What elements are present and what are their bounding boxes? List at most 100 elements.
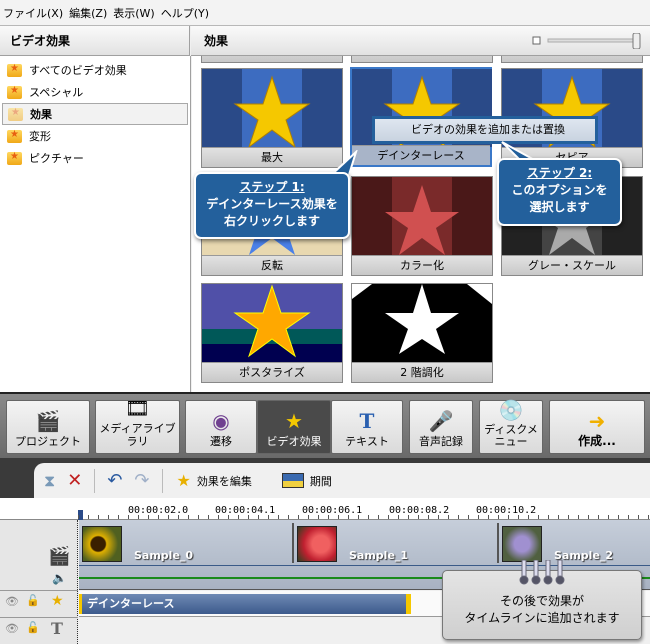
timeline-toolbar: ⧗ ✕ ↶ ↷ ★ 効果を編集 期間 bbox=[34, 463, 650, 498]
redo-button[interactable]: ↷ bbox=[134, 470, 149, 491]
tip-rings bbox=[519, 560, 565, 585]
callout-text: このオプションを bbox=[511, 183, 608, 197]
clapperboard-icon: 🎬 bbox=[35, 409, 61, 433]
lock-icon[interactable]: 🔓 bbox=[26, 594, 40, 607]
step2-callout: ステップ 2: このオプションを 選択します bbox=[497, 158, 622, 226]
callout-text: デインターレース効果を bbox=[206, 197, 338, 211]
clip-thumbnail bbox=[82, 526, 122, 562]
category-picture[interactable]: ピクチャー bbox=[2, 147, 188, 169]
callout-text: 選択します bbox=[529, 200, 590, 214]
category-label: すべてのビデオ効果 bbox=[29, 64, 127, 77]
text-t-icon: T bbox=[359, 409, 375, 433]
transition-icon: ◉ bbox=[212, 409, 230, 433]
folder-icon bbox=[7, 151, 22, 165]
folder-icon bbox=[7, 63, 22, 77]
folder-icon bbox=[8, 107, 23, 121]
ruler-label: 00:00:02.0 bbox=[128, 505, 189, 516]
transition-button[interactable]: ◉ 遷移 bbox=[185, 400, 257, 454]
project-button[interactable]: 🎬 プロジェクト bbox=[6, 400, 90, 454]
step1-callout: ステップ 1: デインターレース効果を 右クリックします bbox=[194, 172, 350, 239]
text-button[interactable]: T テキスト bbox=[331, 400, 403, 454]
timeline-ruler[interactable]: 00:00:02.0 00:00:04.1 00:00:06.1 00:00:0… bbox=[0, 498, 650, 520]
create-arrow-icon: ➜ bbox=[588, 409, 606, 433]
disc-icon: 💿 bbox=[498, 398, 524, 422]
folder-icon bbox=[7, 129, 22, 143]
ruler-label: 00:00:06.1 bbox=[302, 505, 363, 516]
effect-tile-posterize[interactable]: ポスタライズ bbox=[201, 283, 343, 383]
menu-view[interactable]: 表示(W) bbox=[113, 5, 154, 21]
clip-thumbnail bbox=[502, 526, 542, 562]
callout-text: 右クリックします bbox=[223, 214, 320, 228]
duration-button[interactable]: 期間 bbox=[281, 473, 332, 489]
effect-tile-partial[interactable] bbox=[201, 56, 343, 63]
track-headers: 🎬 🔈 👁 🔓 ★ 👁 🔓 T bbox=[0, 520, 78, 644]
category-special[interactable]: スペシャル bbox=[2, 81, 188, 103]
category-effects[interactable]: 効果 bbox=[2, 103, 188, 125]
ruler-label: 00:00:10.2 bbox=[476, 505, 537, 516]
effect-tile-colorize[interactable]: カラー化 bbox=[351, 176, 493, 276]
split-button[interactable]: ⧗ bbox=[44, 471, 55, 491]
effect-track-icon: ★ bbox=[51, 593, 64, 609]
menu-file[interactable]: ファイル(X) bbox=[3, 5, 63, 21]
callout-title: ステップ 1: bbox=[239, 180, 305, 194]
left-panel-title: ビデオ効果 bbox=[0, 26, 190, 56]
lock-icon[interactable]: 🔓 bbox=[26, 621, 40, 634]
disc-menu-button[interactable]: 💿 ディスクメニュー bbox=[479, 398, 543, 454]
folder-icon bbox=[7, 85, 22, 99]
callout-title: ステップ 2: bbox=[526, 166, 593, 180]
ruler-label: 00:00:08.2 bbox=[389, 505, 450, 516]
media-library-button[interactable]: 🎞 メディアライブラリ bbox=[95, 396, 180, 454]
star-thumbnail bbox=[202, 284, 342, 363]
category-transform[interactable]: 変形 bbox=[2, 125, 188, 147]
duration-icon bbox=[281, 473, 304, 488]
context-menu: ビデオの効果を追加または置換 bbox=[372, 116, 598, 144]
effect-label: 2 階調化 bbox=[352, 362, 492, 382]
category-list: すべてのビデオ効果 スペシャル 効果 変形 ピクチャー bbox=[0, 56, 191, 392]
audio-speaker-icon: 🔈 bbox=[52, 571, 67, 585]
category-all[interactable]: すべてのビデオ効果 bbox=[2, 59, 188, 81]
eye-icon[interactable]: 👁 bbox=[5, 622, 19, 635]
effect-label: 反転 bbox=[202, 255, 342, 275]
effect-label: デインターレース bbox=[352, 145, 490, 165]
category-label: 効果 bbox=[30, 108, 52, 121]
zoom-slider[interactable] bbox=[532, 33, 642, 49]
clip-sample-1[interactable]: Sample_1 bbox=[294, 523, 499, 563]
category-label: ピクチャー bbox=[29, 152, 84, 165]
effect-tile-threshold[interactable]: 2 階調化 bbox=[351, 283, 493, 383]
effect-star-icon: ★ bbox=[285, 409, 303, 433]
text-track-icon: T bbox=[51, 619, 63, 638]
star-thumbnail bbox=[202, 69, 342, 148]
tip-text: タイムラインに追加されます bbox=[464, 611, 620, 625]
delete-button[interactable]: ✕ bbox=[67, 470, 82, 491]
microphone-icon: 🎤 bbox=[428, 409, 454, 433]
eye-icon[interactable]: 👁 bbox=[5, 595, 19, 608]
menu-help[interactable]: ヘルプ(Y) bbox=[161, 5, 209, 21]
effect-tile-partial[interactable] bbox=[501, 56, 643, 63]
create-button[interactable]: ➜ 作成... bbox=[549, 400, 645, 454]
main-toolbar: 🎬 プロジェクト 🎞 メディアライブラリ ◉ 遷移 ★ ビデオ効果 T テキスト 🎤 音声記… bbox=[0, 392, 650, 458]
effect-label: グレー・スケール bbox=[502, 255, 642, 275]
tip-text: その後で効果が bbox=[499, 594, 584, 608]
video-effects-button[interactable]: ★ ビデオ効果 bbox=[257, 400, 331, 454]
menu-edit[interactable]: 編集(Z) bbox=[69, 5, 107, 21]
category-label: スペシャル bbox=[29, 86, 84, 99]
star-thumbnail bbox=[352, 177, 492, 256]
undo-button[interactable]: ↶ bbox=[107, 470, 122, 491]
clip-thumbnail bbox=[297, 526, 337, 562]
effect-label: カラー化 bbox=[352, 255, 492, 275]
edit-effect-button[interactable]: ★ 効果を編集 bbox=[177, 471, 252, 490]
effect-tile-partial[interactable] bbox=[351, 56, 493, 63]
category-label: 変形 bbox=[29, 130, 51, 143]
clip-sample-0[interactable]: Sample_0 bbox=[79, 523, 294, 563]
star-thumbnail bbox=[352, 284, 492, 363]
context-menu-add-replace-effect[interactable]: ビデオの効果を追加または置換 bbox=[375, 119, 595, 141]
effect-label: ポスタライズ bbox=[202, 362, 342, 382]
ruler-label: 00:00:04.1 bbox=[215, 505, 276, 516]
video-track-icon: 🎬 bbox=[48, 546, 71, 567]
clip-sample-2[interactable]: Sample_2 bbox=[499, 523, 650, 563]
film-icon: 🎞 bbox=[124, 396, 151, 420]
menu-bar: ファイル(X) 編集(Z) 表示(W) ヘルプ(Y) bbox=[0, 0, 650, 26]
voice-record-button[interactable]: 🎤 音声記録 bbox=[409, 400, 473, 454]
effect-clip-deinterlace[interactable]: デインターレース bbox=[79, 594, 411, 614]
effect-star-icon: ★ bbox=[176, 471, 191, 490]
